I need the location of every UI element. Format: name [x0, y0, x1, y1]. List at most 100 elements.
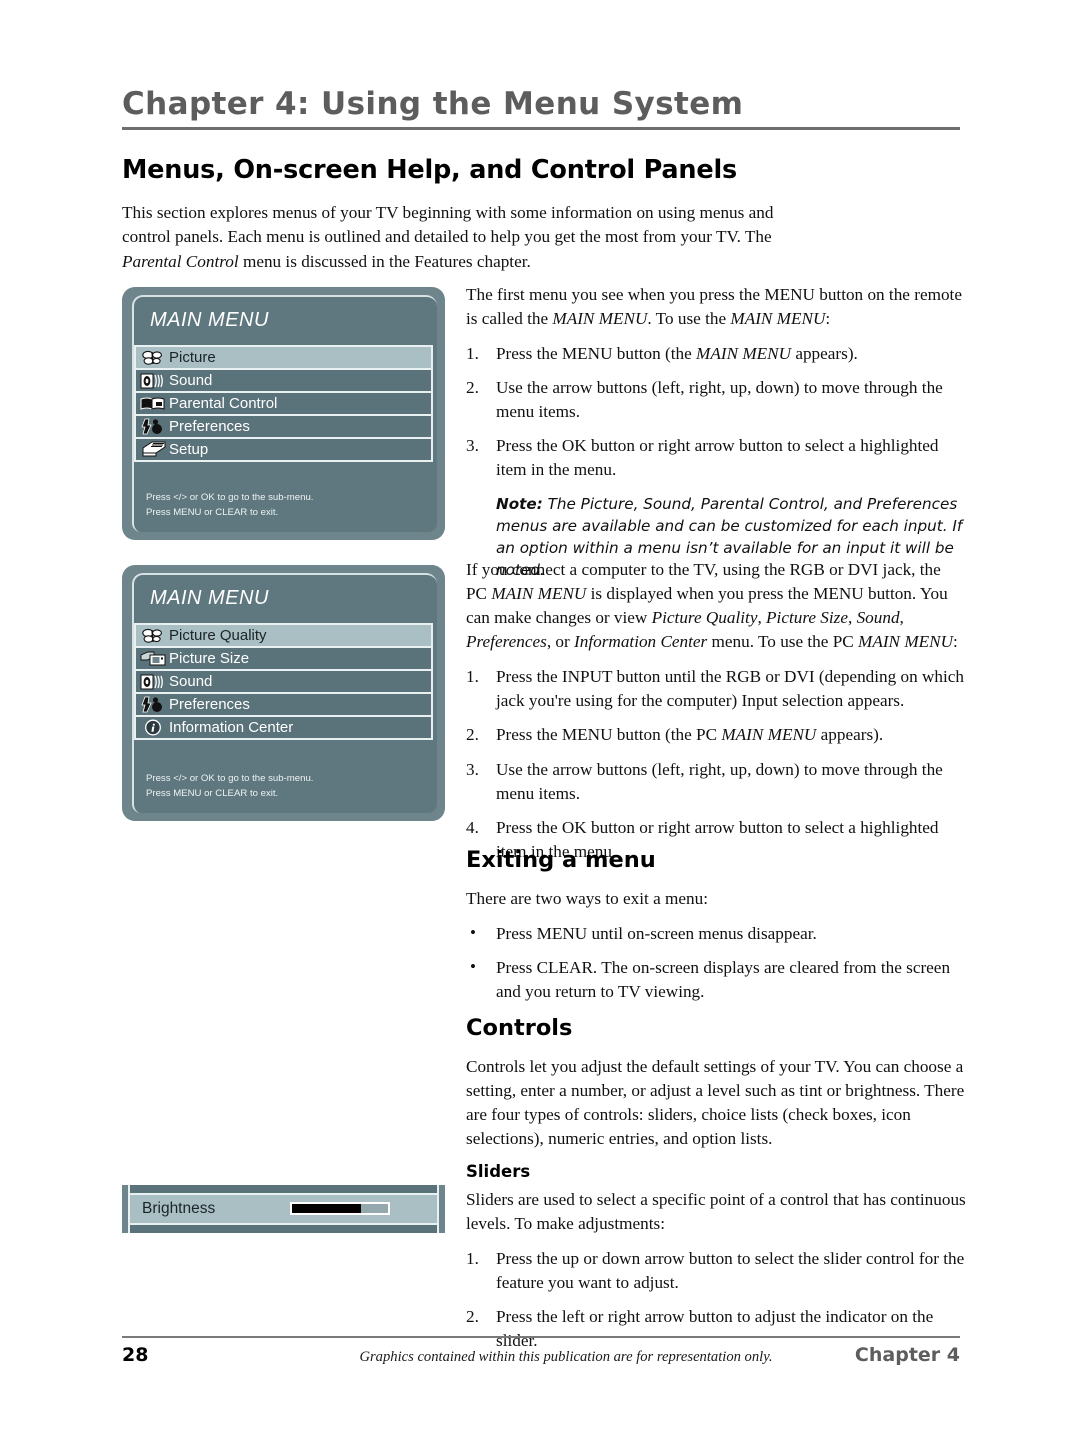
- osd-slider-label: Brightness: [142, 1200, 216, 1217]
- speaker-icon: [139, 371, 167, 390]
- osd-item-label: Picture Size: [169, 650, 250, 667]
- osd-pc-main-menu-help: Press </> or OK to go to the sub-menu. P…: [146, 772, 313, 801]
- main-menu-steps: 1. Press the MENU button (the MAIN MENU a…: [466, 342, 966, 482]
- lead-em-5: Preferences: [466, 632, 547, 652]
- step-text-a: Use the arrow buttons (left, right, up, …: [496, 759, 943, 803]
- lead-text-f: , or: [546, 632, 575, 652]
- step-number: 2.: [466, 378, 479, 398]
- section-heading: Exiting a menu: [466, 847, 656, 873]
- osd-slider-row-brightness[interactable]: Brightness: [130, 1195, 437, 1225]
- list-item: 2. Press the MENU button (the PC MAIN MEN…: [466, 723, 966, 747]
- osd-item-picture-size[interactable]: Picture Size: [136, 648, 431, 671]
- bullet-icon: •: [470, 922, 476, 942]
- pc-menu-lead: If you connect a computer to the TV, usi…: [466, 558, 966, 654]
- pc-main-menu-instructions: If you connect a computer to the TV, usi…: [466, 558, 966, 874]
- step-number: 1.: [466, 1249, 479, 1269]
- toolbox-icon: [139, 440, 167, 459]
- person-icon: [139, 695, 167, 714]
- step-text-a: Press the MENU button (the PC: [496, 725, 722, 745]
- osd-help-line-2: Press MENU or CLEAR to exit.: [146, 787, 279, 799]
- bullet-icon: •: [470, 956, 476, 976]
- main-menu-lead: The first menu you see when you press th…: [466, 283, 966, 331]
- lead-text-b: . To use the: [647, 309, 731, 329]
- osd-pc-main-menu-screen: MAIN MENU Picture Quality Picture Size S…: [132, 573, 437, 813]
- footer-divider: [122, 1336, 960, 1338]
- osd-item-picture[interactable]: Picture: [136, 347, 431, 370]
- step-number: 3.: [466, 759, 479, 779]
- step-text-b: appears).: [816, 725, 884, 745]
- osd-item-preferences[interactable]: Preferences: [136, 416, 431, 439]
- section-heading: Controls: [466, 1015, 573, 1041]
- step-text-b: appears).: [791, 344, 858, 364]
- page-number: 28: [122, 1344, 149, 1366]
- osd-item-information-center[interactable]: Information Center: [136, 717, 431, 738]
- bullet-text: Press MENU until on-screen menus disappe…: [496, 923, 817, 943]
- osd-item-parental-control[interactable]: Parental Control: [136, 393, 431, 416]
- osd-pc-main-menu-list: Picture Quality Picture Size Sound Prefe…: [134, 623, 433, 740]
- chapter-divider: [122, 126, 960, 130]
- osd-pc-main-menu-title: MAIN MENU: [150, 587, 269, 609]
- lead-em-7: MAIN MENU: [858, 632, 954, 652]
- book-icon: [139, 394, 167, 413]
- subsection-heading: Sliders: [466, 1162, 531, 1181]
- osd-item-label: Setup: [169, 441, 209, 458]
- lead-text-d: ,: [847, 608, 857, 628]
- lead-em-1: MAIN MENU: [491, 584, 587, 604]
- osd-help-line-2: Press MENU or CLEAR to exit.: [146, 506, 279, 518]
- chapter-header: Chapter 4: Using the Menu System: [122, 88, 960, 130]
- section-exiting-a-menu: Exiting a menu There are two ways to exi…: [466, 845, 966, 1014]
- osd-item-label: Information Center: [169, 719, 294, 736]
- brightness-slider[interactable]: [290, 1202, 390, 1215]
- step-number: 1.: [466, 667, 479, 687]
- list-item: 1. Press the MENU button (the MAIN MENU a…: [466, 342, 966, 366]
- list-item: 2. Use the arrow buttons (left, right, up…: [466, 376, 966, 424]
- lead-em-2: Picture Quality: [651, 608, 758, 628]
- list-item: 3. Press the OK button or right arrow but…: [466, 434, 966, 482]
- intro-text-a: This section explores menus of your TV b…: [122, 203, 774, 247]
- sliders-body: Sliders are used to select a specific po…: [466, 1190, 966, 1234]
- butterfly-icon: [139, 626, 167, 645]
- controls-body: Controls let you adjust the default sett…: [466, 1056, 965, 1148]
- osd-main-menu-screen: MAIN MENU Picture Sound Parental Control…: [132, 295, 437, 532]
- step-text-a: Use the arrow buttons (left, right, up, …: [496, 378, 943, 422]
- osd-main-menu-panel: MAIN MENU Picture Sound Parental Control…: [122, 287, 445, 540]
- info-icon: [139, 718, 167, 737]
- osd-item-label: Preferences: [169, 418, 250, 435]
- page-title: Menus, On-screen Help, and Control Panel…: [122, 155, 737, 185]
- osd-item-label: Parental Control: [169, 395, 278, 412]
- osd-item-label: Preferences: [169, 696, 250, 713]
- osd-item-label: Picture Quality: [169, 627, 267, 644]
- lead-em-6: Information Center: [574, 632, 708, 652]
- osd-item-sound[interactable]: Sound: [136, 370, 431, 393]
- list-item: • Press CLEAR. The on-screen displays are…: [466, 956, 966, 1004]
- screen-size-icon: [139, 649, 167, 668]
- lead-text-c: ,: [757, 608, 767, 628]
- section-sliders: Sliders Sliders are used to select a spe…: [466, 1160, 966, 1364]
- intro-paragraph: This section explores menus of your TV b…: [122, 201, 822, 274]
- osd-main-menu-list: Picture Sound Parental Control Preferenc…: [134, 345, 433, 462]
- osd-main-menu-title: MAIN MENU: [150, 309, 269, 331]
- list-item: • Press MENU until on-screen menus disapp…: [466, 922, 966, 946]
- step-em: MAIN MENU: [721, 725, 817, 745]
- step-number: 3.: [466, 436, 479, 456]
- list-item: 3. Use the arrow buttons (left, right, up…: [466, 758, 966, 806]
- lead-em-4: Sound: [856, 608, 900, 628]
- osd-item-picture-quality[interactable]: Picture Quality: [136, 625, 431, 648]
- osd-item-setup[interactable]: Setup: [136, 439, 431, 460]
- list-item: 1. Press the INPUT button until the RGB o…: [466, 665, 966, 713]
- lead-text-c: :: [825, 309, 831, 329]
- osd-item-sound[interactable]: Sound: [136, 671, 431, 694]
- osd-item-label: Sound: [169, 673, 213, 690]
- step-text-a: Press the INPUT button until the RGB or …: [496, 667, 964, 711]
- step-text-a: Press the OK button or right arrow butto…: [496, 436, 939, 480]
- person-icon: [139, 417, 167, 436]
- bullet-text: Press CLEAR. The on-screen displays are …: [496, 957, 951, 1001]
- intro-text-b: menu is discussed in the Features chapte…: [238, 251, 531, 271]
- lead-text-e: ,: [899, 608, 904, 628]
- osd-slider-row-above: [130, 1185, 437, 1195]
- osd-item-preferences[interactable]: Preferences: [136, 694, 431, 717]
- step-number: 2.: [466, 725, 479, 745]
- step-text-a: Press the up or down arrow button to sel…: [496, 1249, 965, 1293]
- note-label: Note:: [496, 494, 543, 513]
- sliders-steps: 1. Press the up or down arrow button to s…: [466, 1247, 966, 1353]
